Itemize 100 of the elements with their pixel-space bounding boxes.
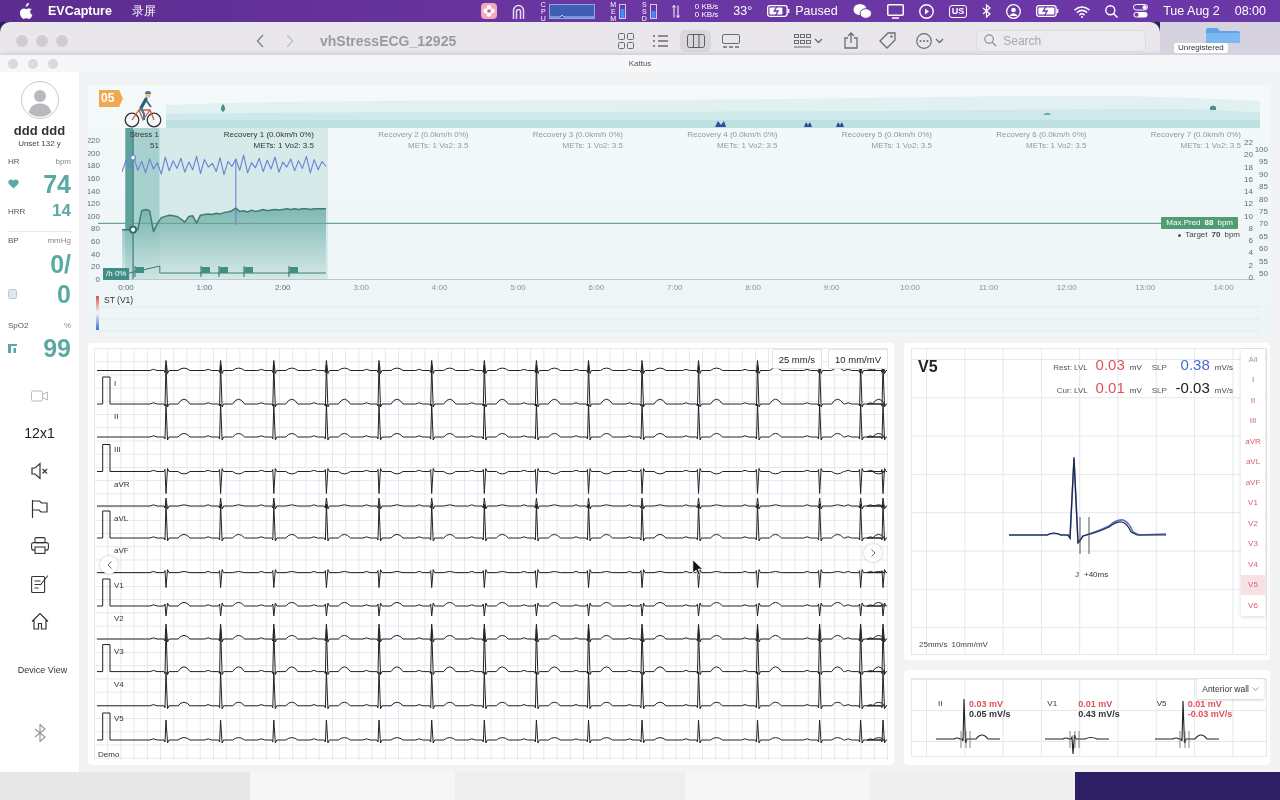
- x-tick-label: 2:00: [275, 283, 291, 292]
- y-tick-label: 40: [91, 249, 100, 259]
- folder-title: vhStressECG_12925: [320, 32, 457, 49]
- stage-label: Stress 1: [129, 130, 159, 139]
- unit-label: bpm: [55, 157, 71, 167]
- measure-value: 0.01 mV: [1078, 699, 1114, 709]
- unit-label: mV: [1129, 363, 1142, 372]
- vital-value: 14: [52, 201, 71, 221]
- lead-label: II: [938, 699, 944, 709]
- unit-label: mmHg: [47, 236, 71, 246]
- x-tick-label: 7:00: [667, 283, 683, 292]
- stage-label: Recovery 6 (0.0km/h 0%): [996, 130, 1087, 139]
- vital-value: 74: [43, 170, 71, 198]
- target-value: 70: [1211, 230, 1221, 241]
- lead-label: V5: [114, 713, 124, 723]
- x-tick-label: 14:00: [1213, 283, 1234, 292]
- lead-title: V5: [918, 357, 938, 377]
- measure-value: 0.01: [1094, 378, 1125, 397]
- gain-label: 10mm/mV: [951, 640, 988, 650]
- x-tick-label: 4:00: [431, 283, 448, 292]
- vital-label: HRR: [8, 206, 26, 216]
- measure-value: 0.03: [1094, 355, 1125, 374]
- paper-speed-label: 25mm/s: [919, 640, 948, 650]
- target-unit: bpm: [1224, 230, 1240, 241]
- y-tick-label: 160: [88, 173, 100, 183]
- lead-label: V4: [114, 679, 124, 689]
- measure-value: 0.01 mV: [1187, 699, 1223, 709]
- vital-label: SpO2: [8, 321, 29, 331]
- y-tick-label: 8: [1248, 223, 1253, 233]
- battery-status: Paused: [795, 4, 838, 18]
- stage-label: Recovery 2 (0.0km/h 0%): [378, 130, 469, 139]
- x-tick-label: 8:00: [745, 283, 761, 292]
- max-pred-value: 88: [1204, 217, 1214, 230]
- x-tick-label: 0:00: [118, 283, 134, 292]
- y-tick-label: 90: [1259, 169, 1268, 179]
- y-tick-label: 6: [1248, 236, 1253, 246]
- y-tick-label: 95: [1259, 157, 1268, 167]
- lead-label: aVR: [114, 479, 130, 489]
- y-tick-label: 12: [1244, 199, 1253, 209]
- x-tick-label: 6:00: [588, 283, 605, 292]
- temperature-reading: 33°: [733, 4, 753, 18]
- lead-label: I: [114, 378, 117, 388]
- window-title: Kattus: [628, 59, 652, 68]
- y-tick-label: 20: [1244, 150, 1253, 160]
- x-tick-label: 13:00: [1135, 283, 1156, 292]
- st-label: ST (V1): [104, 295, 134, 305]
- vital-label: HR: [8, 157, 20, 167]
- measure-value: -0.03 mV/s: [1187, 709, 1233, 719]
- stage-detail: METs: 1 Vo2: 3.5: [253, 140, 314, 150]
- unit-label: mV/s: [1214, 363, 1233, 372]
- y-tick-label: 60: [91, 237, 100, 247]
- max-pred-unit: bpm: [1217, 217, 1233, 230]
- x-tick-label: 10:00: [900, 283, 920, 292]
- lead-label: aVL: [114, 514, 129, 523]
- stage-detail: 51: [150, 140, 159, 150]
- download-speed: 0 KB/s: [694, 11, 719, 20]
- measure-value: -0.03: [1174, 378, 1210, 397]
- lead-label: V3: [114, 647, 124, 656]
- lead-label: II: [114, 412, 119, 421]
- y-tick-label: 60: [1259, 244, 1268, 254]
- y-tick-label: 85: [1259, 182, 1268, 192]
- stage-detail: METs: 1 Vo2: 3.5: [871, 140, 932, 150]
- measure-value: 0.05 mV/s: [969, 709, 1011, 719]
- vital-label: BP: [8, 236, 19, 246]
- footer-label: Demo: [98, 750, 120, 759]
- y-tick-label: 20: [91, 262, 100, 272]
- lead-label: aVF: [114, 546, 129, 555]
- measure-value: 0.03 mV: [969, 699, 1005, 709]
- vital-value: 0/: [50, 250, 71, 278]
- y-tick-label: 80: [91, 224, 100, 234]
- target-label: Target: [1185, 230, 1208, 241]
- y-tick-label: 200: [88, 148, 100, 158]
- y-tick-label: 10: [1244, 211, 1253, 221]
- j-point-label: J: [1075, 570, 1079, 580]
- y-tick-label: 120: [88, 199, 100, 209]
- stage-detail: METs: 1 Vo2: 3.5: [1026, 140, 1087, 150]
- y-tick-label: 65: [1259, 231, 1268, 241]
- menu-date: Tue Aug 2: [1163, 4, 1220, 18]
- j-offset-label: +40ms: [1084, 570, 1109, 580]
- stage-detail: METs: 1 Vo2: 3.5: [408, 140, 469, 150]
- y-tick-label: 220: [88, 136, 100, 145]
- lead-label: V2: [114, 614, 124, 623]
- x-tick-label: 12:00: [1056, 283, 1077, 292]
- measure-value: 0.38: [1179, 355, 1210, 374]
- x-tick-label: 3:00: [353, 283, 369, 292]
- stage-label: Recovery 7 (0.0km/h 0%): [1150, 130, 1241, 139]
- y-tick-label: 2: [1248, 260, 1253, 270]
- unit-label: %: [63, 321, 71, 331]
- x-tick-label: 9:00: [823, 283, 840, 292]
- y-tick-label: 80: [1259, 194, 1268, 204]
- y-tick-label: 100: [1254, 145, 1268, 154]
- x-tick-label: 1:00: [196, 283, 213, 292]
- measure-label: SLP: [1150, 386, 1167, 395]
- y-tick-label: 0: [1248, 273, 1253, 282]
- y-tick-label: 0: [95, 275, 100, 284]
- lead-label: V1: [1047, 699, 1059, 709]
- y-tick-label: 100: [88, 211, 100, 221]
- speed-badge: /h 0%: [103, 268, 130, 280]
- patient-info: Unset 132 y: [17, 139, 62, 149]
- y-tick-label: 22: [1244, 138, 1253, 147]
